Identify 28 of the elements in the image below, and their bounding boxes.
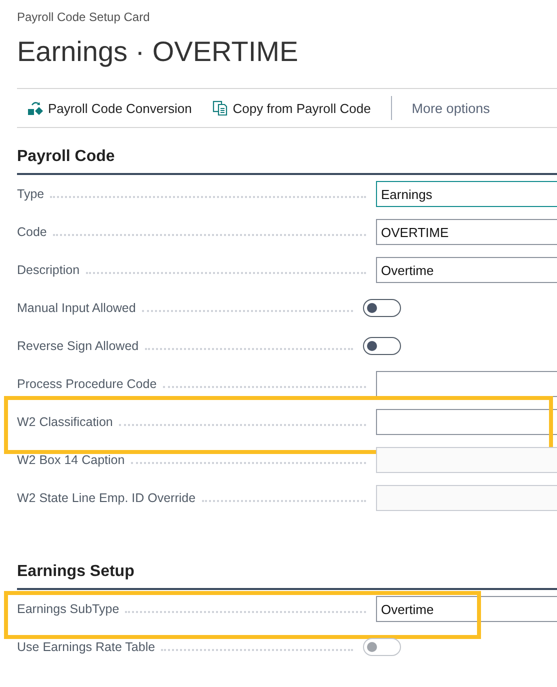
more-options-button[interactable]: More options [404,100,498,116]
field-label: W2 State Line Emp. ID Override [17,491,196,505]
field-label: Manual Input Allowed [17,301,136,315]
input-field[interactable]: OVERTIME [376,219,557,245]
breadcrumb: Payroll Code Setup Card [17,10,151,24]
field-label: Use Earnings Rate Table [17,640,156,654]
field-label: Reverse Sign Allowed [17,339,139,353]
input-field[interactable]: Earnings [376,181,557,207]
input-field[interactable]: Overtime [376,596,557,622]
convert-icon [27,100,43,116]
field-label: W2 Classification [17,415,113,429]
field-label: Code [17,225,47,239]
field-label: Earnings SubType [17,602,120,616]
page-title: Earnings · OVERTIME [17,36,300,69]
action-button[interactable]: Payroll Code Conversion [17,93,202,123]
action-button[interactable]: Copy from Payroll Code [202,93,381,123]
field-label: Process Procedure Code [17,377,157,391]
toggle-switch[interactable] [363,299,401,317]
copy-icon [212,100,228,116]
input-field[interactable] [376,409,557,435]
section-header: Payroll Code [17,148,557,175]
input-field[interactable]: Overtime [376,257,557,283]
toggle-switch[interactable] [363,337,401,355]
field-label: Description [17,263,80,277]
section-header: Earnings Setup [17,563,557,590]
field-label: W2 Box 14 Caption [17,453,125,467]
input-field[interactable] [376,371,557,397]
field-label: Type [17,187,44,201]
